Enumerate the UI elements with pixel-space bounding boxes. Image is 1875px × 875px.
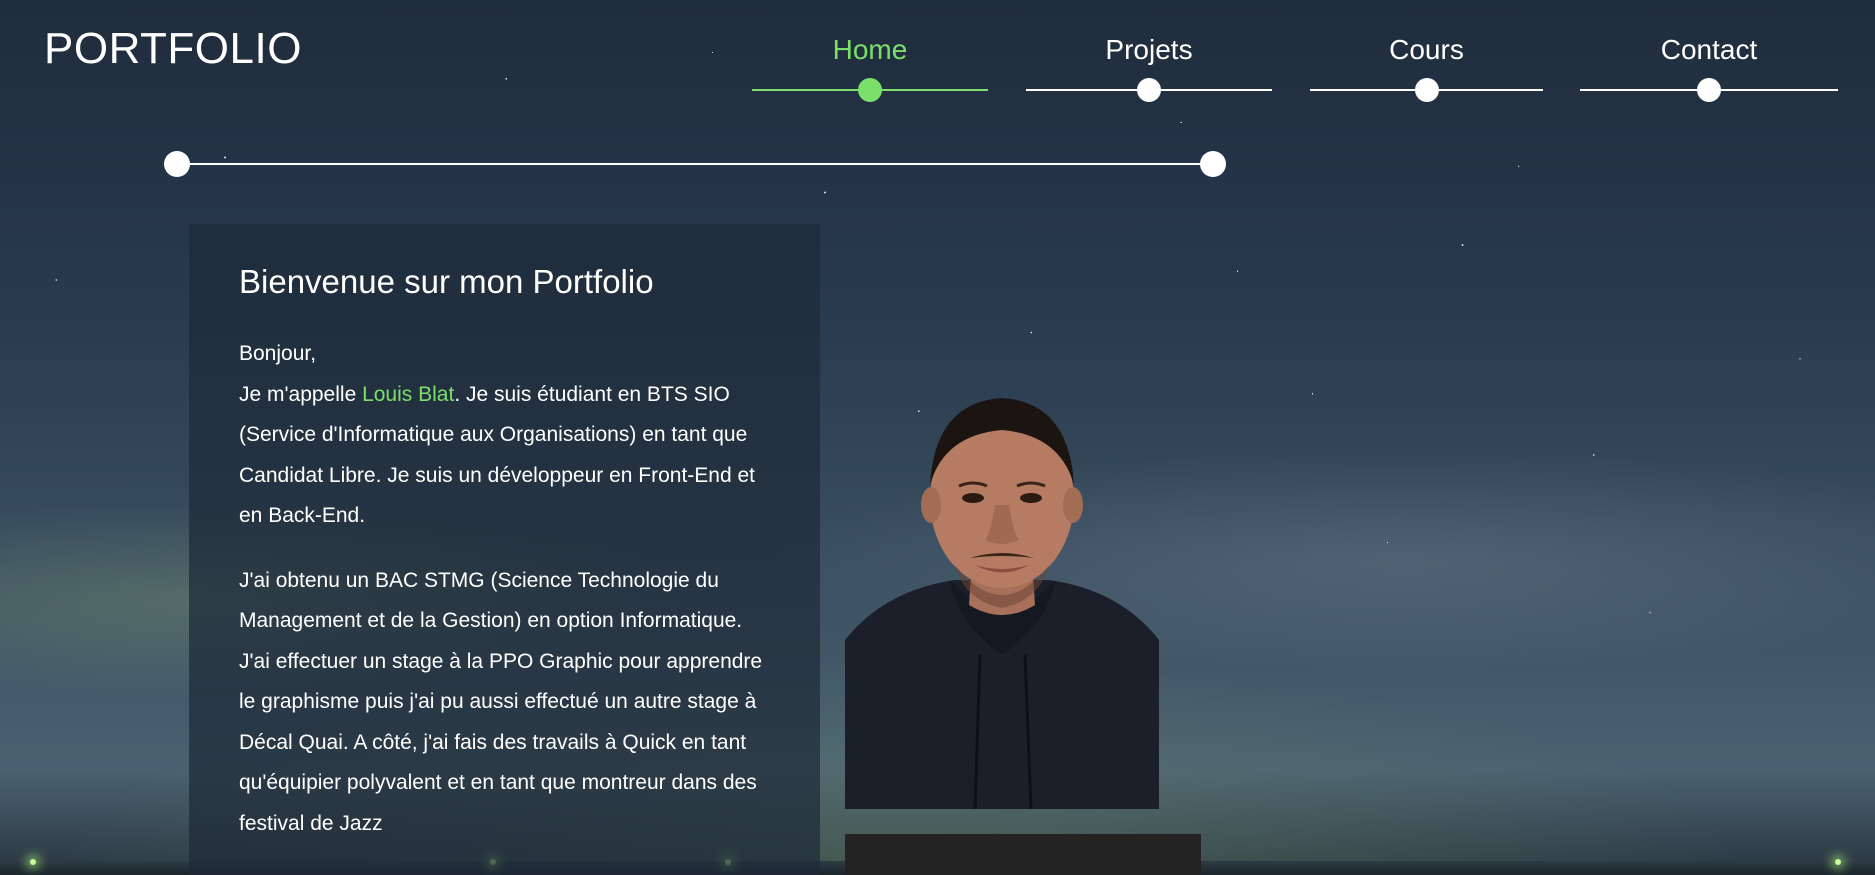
horizon-light: [1835, 859, 1841, 865]
nav-indicator: [1580, 78, 1838, 102]
nav-indicator: [752, 78, 988, 102]
intro-paragraph-1: Bonjour, Je m'appelle Louis Blat. Je sui…: [239, 334, 770, 537]
nav-item-projets[interactable]: Projets: [1026, 30, 1272, 102]
intro-paragraph-2: J'ai obtenu un BAC STMG (Science Technol…: [239, 568, 763, 835]
nav-item-cours[interactable]: Cours: [1310, 30, 1543, 102]
nav-item-home[interactable]: Home: [752, 30, 988, 102]
site-logo[interactable]: PORTFOLIO: [44, 24, 302, 74]
nav-indicator: [1026, 78, 1272, 102]
secondary-panel: [845, 834, 1201, 875]
horizon-light: [30, 859, 36, 865]
nav-label: Projets: [1105, 34, 1193, 65]
nav-label: Cours: [1389, 34, 1464, 65]
range-slider[interactable]: [164, 151, 1226, 177]
author-name: Louis Blat: [362, 382, 455, 406]
profile-photo: [845, 390, 1159, 809]
nav-item-contact[interactable]: Contact: [1580, 30, 1838, 102]
slider-track: [177, 163, 1213, 165]
nav-label: Home: [832, 34, 908, 65]
nav-label: Contact: [1660, 34, 1758, 65]
nav-indicator: [1310, 78, 1543, 102]
slider-handle-left[interactable]: [164, 151, 190, 177]
intro-title: Bienvenue sur mon Portfolio: [239, 263, 654, 300]
intro-prefix: Je m'appelle: [239, 382, 363, 406]
intro-card: Bienvenue sur mon Portfolio Bonjour, Je …: [189, 224, 820, 875]
slider-handle-right[interactable]: [1200, 151, 1226, 177]
greeting: Bonjour,: [239, 342, 317, 365]
portrait-illustration: [845, 398, 1159, 809]
